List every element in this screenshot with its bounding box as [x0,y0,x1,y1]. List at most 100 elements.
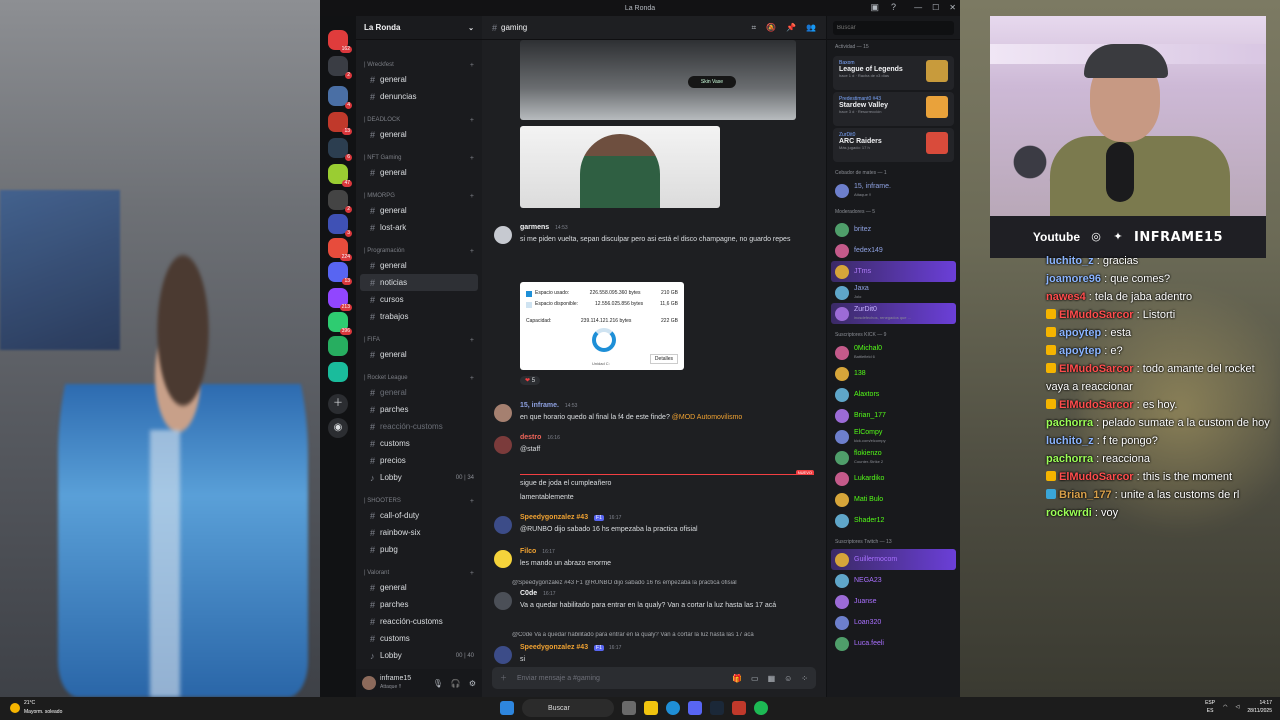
message-input[interactable]: Enviar mensaje a #gaming [517,675,600,682]
channel-category[interactable]: | NFT Gaming + [356,152,482,164]
member-item[interactable]: Alaxtors [827,384,960,405]
threads-icon[interactable]: ⌗ [752,23,757,33]
maximize-button[interactable]: ☐ [932,0,939,16]
discord-icon[interactable] [688,701,702,715]
add-channel-icon[interactable]: + [470,248,474,255]
member-item[interactable]: Loan320 [827,612,960,633]
channel-item[interactable]: # general [356,579,482,596]
channel-category[interactable]: | Programación + [356,245,482,257]
server-icon[interactable]: 213 [328,288,352,311]
member-item[interactable]: JTms [831,261,956,282]
activity-card[interactable]: ZurDit0 ARC Raiders Más jugado: 17 h [833,128,954,162]
member-item[interactable]: ElCompy kick.com/elcompy [827,426,960,447]
add-channel-icon[interactable]: + [470,498,474,505]
task-view-icon[interactable] [622,701,636,715]
channel-item[interactable]: # reacción-customs [356,613,482,630]
steam-icon[interactable] [710,701,724,715]
server-icon[interactable]: 13 [328,112,352,135]
member-item[interactable]: Jaxa Jolo [827,282,960,303]
author-name[interactable]: C0de [520,590,537,597]
member-item[interactable]: 15, inframe. Attaque !! [827,180,960,201]
channel-category[interactable]: | Rocket League + [356,372,482,384]
language-indicator[interactable]: ESP ES [1205,699,1215,715]
minimize-button[interactable]: — [914,0,922,16]
member-item[interactable]: flokienzo Counter-Strike 2 [827,447,960,468]
add-channel-icon[interactable]: + [470,337,474,344]
role-mention[interactable]: @MOD Automovilismo [672,414,743,421]
app-icon[interactable] [732,701,746,715]
gift-icon[interactable]: 🎁 [732,674,742,683]
members-icon[interactable]: 👥 [806,23,816,33]
microphone-icon[interactable]: 🎙 [433,679,443,688]
channel-category[interactable]: | FIFA + [356,334,482,346]
help-icon[interactable]: ? [891,2,896,13]
channel-item[interactable]: # general [356,202,482,219]
member-item[interactable]: Juanse [827,591,960,612]
channel-item[interactable]: # general [356,164,482,181]
emoji-icon[interactable]: ☺ [784,674,792,683]
member-item[interactable]: Lukardiko [827,468,960,489]
channel-item[interactable]: # call-of-duty [356,507,482,524]
channel-category[interactable]: | SHOOTERS + [356,495,482,507]
avatar[interactable] [494,592,512,610]
reaction-heart[interactable]: ❤ 5 [520,376,541,385]
channel-category[interactable]: | MMORPG + [356,190,482,202]
activity-card[interactable]: Baxom League of Legends hace 1 d · Racha d… [833,56,954,90]
channel-item[interactable]: # noticias [360,274,478,291]
gear-icon[interactable]: ⚙ [469,679,476,688]
avatar[interactable] [494,226,512,244]
taskbar-search[interactable]: Buscar [522,699,614,717]
author-name[interactable]: destro [520,434,541,441]
server-icon[interactable]: 4 [328,86,352,109]
wifi-icon[interactable]: ◠ [1223,704,1227,710]
disk-properties-image[interactable]: Espacio usado: 226.558.095.360 bytes 210… [520,282,684,370]
member-item[interactable]: 138 [827,363,960,384]
member-item[interactable]: Shader12 [827,510,960,531]
channel-item[interactable]: ♪ Lobby 00 | 34 [356,469,482,486]
notification-icon[interactable]: 🔕 [766,23,776,33]
reply-preview[interactable]: @C0de Va a quedar habilitado para entrar… [512,632,812,638]
discover-icon[interactable]: ◉ [328,418,348,438]
headphones-icon[interactable]: 🎧 [451,679,461,688]
add-attachment-icon[interactable]: ＋ [500,673,507,683]
channel-item[interactable]: # precios [356,452,482,469]
avatar[interactable] [362,676,376,690]
server-icon[interactable] [328,362,348,382]
server-icon[interactable]: 13 [328,262,352,285]
channel-item[interactable]: # cursos [356,291,482,308]
weather-widget[interactable]: 21°C Mayorm. soleado [10,699,62,717]
add-channel-icon[interactable]: + [470,193,474,200]
avatar[interactable] [494,516,512,534]
member-item[interactable]: Mati Bulo [827,489,960,510]
author-name[interactable]: garmens [520,224,549,231]
edge-icon[interactable] [666,701,680,715]
channel-item[interactable]: # lost-ark [356,219,482,236]
avatar[interactable] [494,646,512,664]
search-input[interactable] [833,20,954,35]
add-server-icon[interactable]: ＋ [328,394,348,414]
member-item[interactable]: Guillermocom [831,549,956,570]
gif-icon[interactable]: ▭ [751,674,759,683]
channel-item[interactable]: ♪ Lobby 00 | 40 [356,647,482,664]
author-name[interactable]: Filco [520,548,536,555]
member-item[interactable]: fedex149 [827,240,960,261]
close-button[interactable]: ✕ [949,0,956,16]
apps-icon[interactable]: ⁘ [801,674,808,683]
member-item[interactable]: Luca.feeli [827,633,960,654]
add-channel-icon[interactable]: + [470,570,474,577]
member-item[interactable]: NEGA23 [827,570,960,591]
image-attachment-game[interactable]: Skin Vase [520,40,796,120]
member-item[interactable]: ZurDit0 inosdefechos, renegados que ... [831,303,956,324]
member-item[interactable]: Brian_177 [827,405,960,426]
channel-item[interactable]: # denuncias [356,88,482,105]
clock[interactable]: 14:17 28/11/2025 [1247,699,1272,715]
avatar[interactable] [494,436,512,454]
channel-item[interactable]: # parches [356,401,482,418]
sticker-icon[interactable]: ▦ [768,674,776,683]
add-channel-icon[interactable]: + [470,375,474,382]
activity-card[interactable]: Predestimant0 #43 Stardew Valley hace 3 d … [833,92,954,126]
channel-item[interactable]: # customs [356,630,482,647]
start-icon[interactable] [500,701,514,715]
channel-item[interactable]: # general [356,257,482,274]
member-item[interactable]: 0Michal0 Battlefield 6 [827,342,960,363]
